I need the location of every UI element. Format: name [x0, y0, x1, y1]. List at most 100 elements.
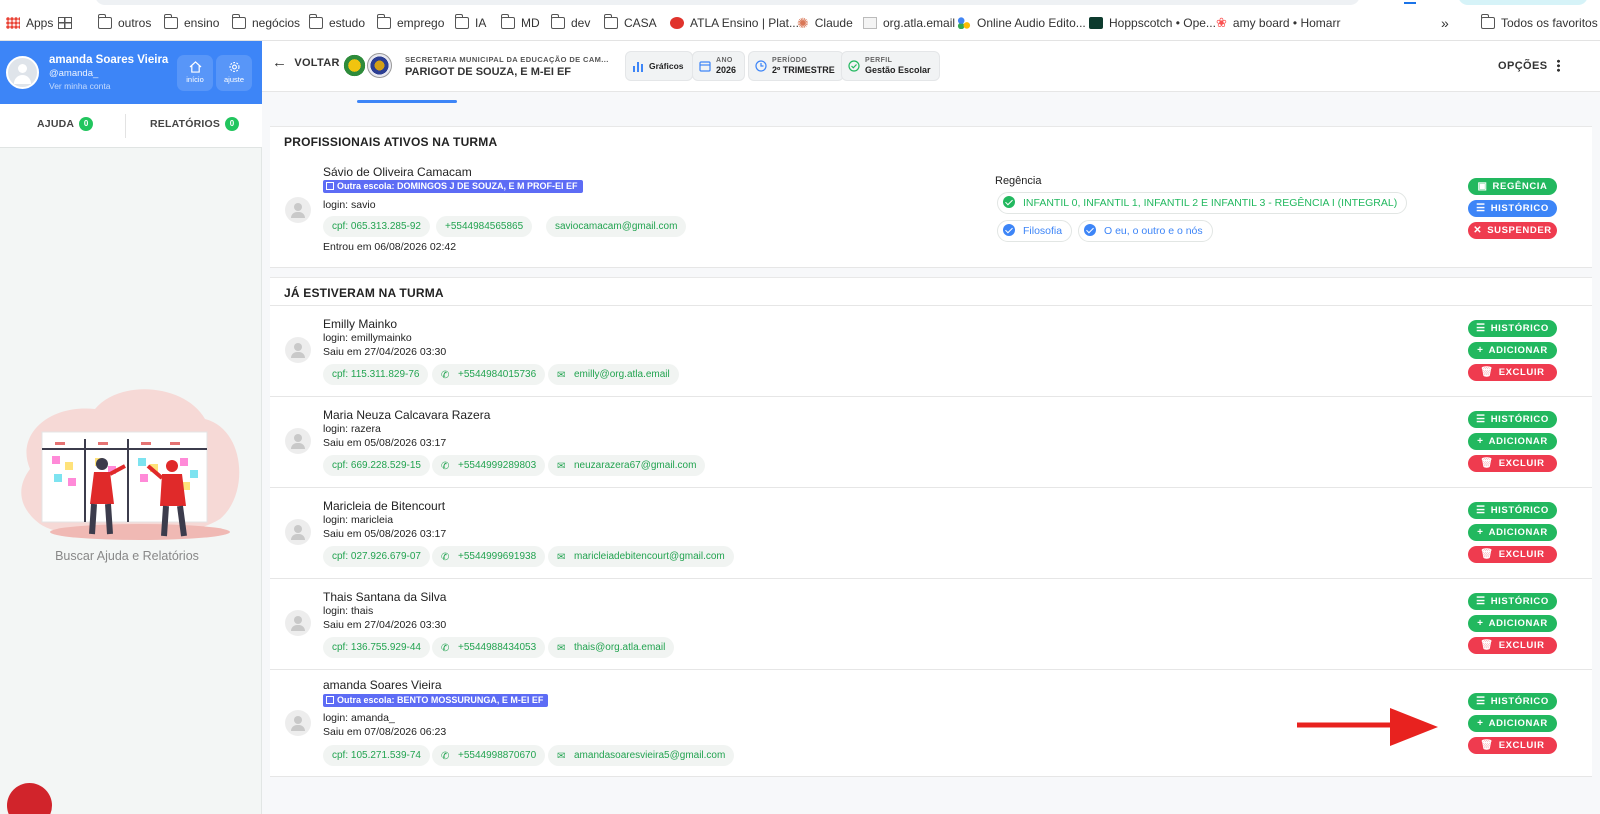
excluir-button[interactable]: 🗑 EXCLUIR	[1468, 546, 1557, 563]
avatar[interactable]	[6, 56, 39, 89]
avatar	[285, 610, 311, 636]
left-date: Saiu em 27/04/2026 03:30	[323, 619, 447, 631]
list-icon: ☰	[1476, 696, 1486, 707]
help-reports-bar: AJUDA 0 RELATÓRIOS 0	[0, 104, 262, 148]
regencia-button[interactable]: ▣ REGÊNCIA	[1468, 178, 1557, 195]
left-date: Saiu em 05/08/2026 03:17	[323, 528, 447, 540]
check-circle-icon	[1084, 224, 1096, 236]
professional-name: Sávio de Oliveira Camacam	[323, 165, 472, 179]
bookmark-all-favorites[interactable]: Todos os favoritos	[1475, 11, 1600, 35]
apps-grid-icon	[6, 17, 20, 29]
bookmark-outros[interactable]: outros	[92, 11, 157, 35]
folder-icon	[1480, 14, 1495, 29]
period-chip[interactable]: PERÍODO 2º TRIMESTRE	[748, 51, 844, 81]
bookmark-hoppscotch[interactable]: Hoppscotch • Ope...	[1083, 11, 1222, 35]
excluir-button[interactable]: 🗑 EXCLUIR	[1468, 364, 1557, 381]
past-member-row: Thais Santana da Silva login: thais Saiu…	[270, 579, 1592, 670]
profile-chip[interactable]: PERFIL Gestão Escolar	[841, 51, 940, 81]
bookmark-audio-editor[interactable]: Online Audio Edito...	[951, 11, 1092, 35]
homarr-icon: ❀	[1216, 15, 1227, 30]
search-help-text[interactable]: Buscar Ajuda e Relatórios	[0, 549, 254, 563]
phone-pill: +5544984565865	[436, 216, 533, 237]
mail-icon: ✉	[557, 552, 566, 563]
phone-pill: ✆ +5544988434053	[432, 637, 546, 658]
bookmark-ensino[interactable]: ensino	[158, 11, 225, 35]
historico-button[interactable]: ☰ HISTÓRICO	[1468, 593, 1557, 610]
options-menu-button[interactable]: OPÇÕES	[1498, 59, 1561, 72]
arrow-left-icon: ←	[272, 54, 288, 71]
home-button[interactable]: início	[177, 55, 213, 91]
folder-icon	[308, 14, 323, 29]
adicionar-button[interactable]: + ADICIONAR	[1468, 524, 1557, 541]
adicionar-button[interactable]: + ADICIONAR	[1468, 715, 1557, 732]
see-account-link[interactable]: Ver minha conta	[49, 81, 110, 91]
email-pill: saviocamacam@gmail.com	[546, 216, 687, 237]
left-date: Saiu em 05/08/2026 03:17	[323, 437, 447, 449]
avatar	[285, 337, 311, 363]
excluir-button[interactable]: 🗑 EXCLUIR	[1468, 637, 1557, 654]
check-circle-icon	[848, 60, 860, 72]
excluir-button[interactable]: 🗑 EXCLUIR	[1468, 737, 1557, 754]
subject-pill-o-eu[interactable]: O eu, o outro e o nós	[1078, 220, 1213, 242]
bookmark-md[interactable]: MD	[495, 11, 546, 35]
excluir-button[interactable]: 🗑 EXCLUIR	[1468, 455, 1557, 472]
bookmark-dev[interactable]: dev	[545, 11, 596, 35]
plus-icon: +	[1477, 618, 1484, 629]
adicionar-button[interactable]: + ADICIONAR	[1468, 433, 1557, 450]
cpf-pill: cpf: 065.313.285-92	[323, 216, 430, 237]
historico-button[interactable]: ☰ HISTÓRICO	[1468, 200, 1557, 217]
adicionar-button[interactable]: + ADICIONAR	[1468, 615, 1557, 632]
bookmark-estudo[interactable]: estudo	[303, 11, 371, 35]
bookmark-homarr[interactable]: ❀ amy board • Homarr	[1210, 11, 1346, 35]
bookmark-emprego[interactable]: emprego	[371, 11, 450, 35]
floating-action-button[interactable]	[7, 783, 52, 814]
bookmarks-overflow-button[interactable]: »	[1435, 11, 1455, 35]
year-chip[interactable]: ANO 2026	[692, 51, 746, 81]
bar-chart-icon	[633, 62, 643, 72]
past-member-row: Maria Neuza Calcavara Razera login: raze…	[270, 397, 1592, 488]
profile-chip-edge	[1458, 0, 1588, 5]
tab-indicator	[1404, 2, 1416, 4]
login-text: login: razera	[323, 423, 381, 435]
past-section-header: JÁ ESTIVERAM NA TURMA	[270, 277, 1592, 306]
historico-button[interactable]: ☰ HISTÓRICO	[1468, 320, 1557, 337]
member-name: Maricleia de Bitencourt	[323, 499, 446, 513]
bookmark-ia[interactable]: IA	[449, 11, 492, 35]
graphs-chip[interactable]: Gráficos	[625, 51, 693, 81]
bookmark-atla[interactable]: ATLA Ensino | Plat...	[664, 11, 805, 35]
folder-icon	[231, 14, 246, 29]
bookmark-apps[interactable]: Apps	[0, 11, 59, 35]
building-icon	[326, 696, 334, 704]
mail-icon: ✉	[557, 751, 566, 762]
reports-tab[interactable]: RELATÓRIOS 0	[150, 117, 240, 131]
adicionar-button[interactable]: + ADICIONAR	[1468, 342, 1557, 359]
bookmark-claude[interactable]: ✺ Claude	[791, 11, 859, 35]
phone-pill: ✆ +5544998870670	[432, 745, 546, 766]
subject-pill-filosofia[interactable]: Filosofia	[997, 220, 1073, 242]
bookmark-atla-email[interactable]: org.atla.email	[857, 11, 961, 35]
active-professional-row: Sávio de Oliveira Camacam Outra escola: …	[270, 162, 1592, 268]
phone-icon: ✆	[441, 370, 450, 381]
bookmark-grid[interactable]	[52, 11, 84, 35]
settings-button[interactable]: ajuste	[216, 55, 252, 91]
back-button[interactable]: ← VOLTAR	[272, 54, 340, 71]
list-icon: ☰	[1476, 323, 1486, 334]
bookmark-negocios[interactable]: negócios	[226, 11, 306, 35]
historico-button[interactable]: ☰ HISTÓRICO	[1468, 411, 1557, 428]
trash-icon: 🗑	[1480, 740, 1494, 751]
historico-button[interactable]: ☰ HISTÓRICO	[1468, 693, 1557, 710]
regencia-class-pill[interactable]: INFANTIL 0, INFANTIL 1, INFANTIL 2 E INF…	[997, 192, 1408, 214]
org-title: SECRETARIA MUNICIPAL DA EDUCAÇÃO DE CAM.…	[405, 55, 609, 64]
phone-pill: ✆ +5544984015736	[432, 364, 546, 385]
other-school-tag: Outra escola: DOMINGOS J DE SOUZA, E M P…	[323, 180, 583, 193]
historico-button[interactable]: ☰ HISTÓRICO	[1468, 502, 1557, 519]
kebab-menu-icon	[1557, 59, 1561, 72]
login-text: login: amanda_	[323, 712, 395, 724]
member-name: Maria Neuza Calcavara Razera	[323, 408, 491, 422]
bookmark-casa[interactable]: CASA	[598, 11, 663, 35]
top-header: ← VOLTAR SECRETARIA MUNICIPAL DA EDUCAÇÃ…	[262, 41, 1600, 92]
suspender-button[interactable]: ✕ SUSPENDER	[1468, 222, 1557, 239]
regencia-label: Regência	[995, 175, 1042, 187]
help-tab[interactable]: AJUDA 0	[37, 117, 94, 131]
login-text: login: maricleia	[323, 514, 394, 526]
